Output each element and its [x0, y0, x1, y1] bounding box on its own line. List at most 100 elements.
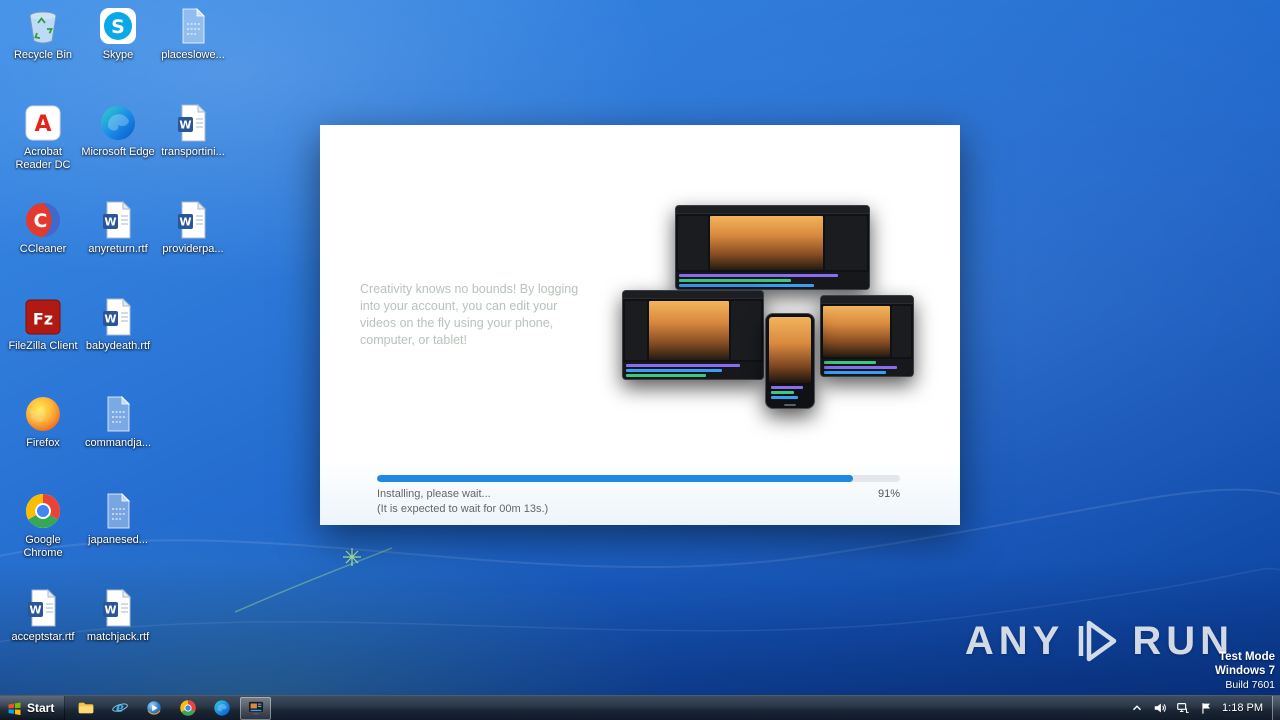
word-doc-icon: W	[98, 297, 138, 337]
desktop-icon-label: Google Chrome	[23, 534, 63, 559]
mockup-tablet	[820, 295, 914, 377]
sunset-preview	[710, 216, 824, 270]
desktop-icon-microsoft-edge[interactable]: Microsoft Edge	[81, 103, 155, 159]
start-button-label: Start	[27, 701, 55, 715]
editor-screen	[623, 291, 763, 379]
skype-icon: S	[98, 6, 138, 46]
system-build-info: Test Mode Windows 7 Build 7601	[1215, 650, 1275, 692]
desktop-icon-babydeath-rtf[interactable]: Wbabydeath.rtf	[81, 297, 155, 353]
installer-window: Cross-Platform Editing Creativity knows …	[320, 125, 960, 525]
sunset-preview	[648, 301, 730, 360]
timeline-clips	[623, 362, 763, 379]
desktop-icon-firefox[interactable]: Firefox	[6, 394, 80, 450]
volume-icon[interactable]	[1152, 701, 1167, 716]
taskbar-button-media-player[interactable]	[138, 697, 169, 720]
acrobat-icon: A	[23, 103, 63, 143]
mockup-phone	[765, 313, 815, 409]
svg-text:S: S	[111, 16, 125, 38]
edge-icon	[98, 103, 138, 143]
desktop-icon-anyreturn-rtf[interactable]: Wanyreturn.rtf	[81, 200, 155, 256]
generic-file-icon	[98, 491, 138, 531]
desktop-icon-matchjack-rtf[interactable]: Wmatchjack.rtf	[81, 588, 155, 644]
word-doc-icon: W	[173, 200, 213, 240]
svg-text:e: e	[116, 700, 124, 715]
desktop-icon-commandja[interactable]: commandja...	[81, 394, 155, 450]
timeline-clips	[821, 359, 913, 376]
device-mockups	[622, 195, 942, 455]
desktop-icon-label: Firefox	[26, 437, 60, 449]
ccleaner-icon: C	[23, 200, 63, 240]
taskbar-apps: e	[70, 696, 272, 720]
taskbar-clock[interactable]: 1:18 PM	[1213, 702, 1272, 714]
timeline-clips	[676, 272, 869, 289]
svg-text:W: W	[104, 216, 116, 229]
chrome-icon	[23, 491, 63, 531]
system-tray	[1123, 696, 1213, 720]
taskbar-button-internet-explorer[interactable]: e	[104, 697, 135, 720]
word-doc-icon: W	[98, 588, 138, 628]
status-secondary: (It is expected to wait for 00m 13s.)	[377, 503, 549, 515]
desktop-icon-label: FileZilla Client	[8, 340, 78, 352]
firefox-icon	[23, 394, 63, 434]
folder-icon	[77, 699, 95, 717]
editor-screen	[766, 314, 814, 408]
svg-text:A: A	[34, 112, 51, 137]
taskbar-button-microsoft-edge[interactable]	[206, 697, 237, 720]
watermark-brand-right: RUN	[1132, 618, 1234, 663]
taskbar-button-windows-explorer[interactable]	[70, 697, 101, 720]
desktop-icon-label: Microsoft Edge	[81, 146, 155, 158]
desktop-icon-filezilla-client[interactable]: Fz FileZilla Client	[6, 297, 80, 353]
svg-text:W: W	[104, 313, 116, 326]
desktop-icon-transportini[interactable]: Wtransportini...	[156, 103, 230, 159]
svg-text:Fz: Fz	[33, 310, 53, 329]
word-doc-icon: W	[98, 200, 138, 240]
hidden-icons-chevron-icon[interactable]	[1129, 701, 1144, 716]
os-label: Windows 7	[1215, 665, 1275, 677]
watermark-brand-left: ANY	[964, 618, 1065, 663]
desktop-icon-acrobat-reader-dc[interactable]: A Acrobat Reader DC	[6, 103, 80, 172]
desktop-wallpaper: Recycle Bin S Skype placeslowe... A Acrobat R…	[0, 0, 1280, 720]
network-icon[interactable]	[1175, 701, 1190, 716]
editor-screen	[821, 296, 913, 376]
svg-text:C: C	[34, 210, 48, 232]
taskbar-button-google-chrome[interactable]	[172, 697, 203, 720]
desktop-icon-label: commandja...	[84, 437, 152, 449]
progress-bar	[377, 475, 900, 482]
action-center-flag-icon[interactable]	[1198, 701, 1213, 716]
generic-file-icon	[173, 6, 213, 46]
svg-text:W: W	[179, 119, 191, 132]
taskbar: Start e 1:18 PM	[0, 695, 1280, 720]
desktop-icon-label: CCleaner	[19, 243, 67, 255]
desktop-icon-google-chrome[interactable]: Google Chrome	[6, 491, 80, 560]
desktop-icon-skype[interactable]: S Skype	[81, 6, 155, 62]
edge-icon	[213, 699, 231, 717]
svg-text:W: W	[29, 604, 41, 617]
installer-description: Creativity knows no bounds! By logging i…	[360, 282, 579, 347]
desktop-icon-label: Skype	[102, 49, 134, 61]
taskbar-button-installer-running[interactable]	[240, 696, 272, 720]
editor-screen	[676, 206, 869, 289]
desktop-icon-acceptstar-rtf[interactable]: Wacceptstar.rtf	[6, 588, 80, 644]
word-doc-icon: W	[173, 103, 213, 143]
progress-percent-label: 91%	[877, 488, 900, 500]
timeline-clips	[766, 383, 814, 401]
installer-footer: Installing, please wait... (It is expect…	[320, 462, 960, 525]
desktop-icon-label: Acrobat Reader DC	[15, 146, 71, 171]
desktop-icon-ccleaner[interactable]: C CCleaner	[6, 200, 80, 256]
installer-copy: Cross-Platform Editing Creativity knows …	[360, 241, 582, 349]
svg-text:W: W	[179, 216, 191, 229]
desktop-icon-providerpa[interactable]: Wproviderpa...	[156, 200, 230, 256]
anyrun-watermark: ANY RUN	[965, 618, 1234, 664]
desktop-icon-recycle-bin[interactable]: Recycle Bin	[6, 6, 80, 62]
desktop-icon-japanesed[interactable]: japanesed...	[81, 491, 155, 547]
chrome-icon	[179, 699, 197, 717]
desktop-icon-placeslowe[interactable]: placeslowe...	[156, 6, 230, 62]
start-button[interactable]: Start	[0, 696, 66, 720]
desktop-icon-label: Recycle Bin	[13, 49, 73, 61]
svg-text:W: W	[104, 604, 116, 617]
desktop-icon-label: placeslowe...	[161, 49, 225, 61]
word-doc-icon: W	[23, 588, 63, 628]
show-desktop-button[interactable]	[1272, 696, 1280, 720]
sunset-preview	[823, 306, 890, 357]
sunset-preview	[769, 317, 811, 383]
